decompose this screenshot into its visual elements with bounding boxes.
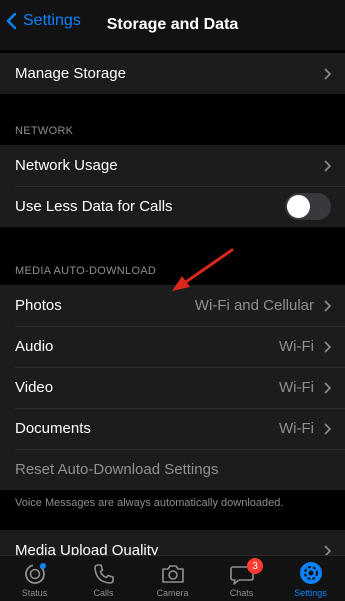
media-group: Photos Wi-Fi and Cellular Audio Wi-Fi Vi…: [0, 285, 345, 490]
chevron-right-icon: [324, 67, 331, 80]
documents-value: Wi-Fi: [279, 420, 314, 437]
storage-group: Manage Storage: [0, 53, 345, 94]
chevron-left-icon: [6, 12, 17, 30]
status-icon: [24, 563, 46, 584]
audio-value: Wi-Fi: [279, 338, 314, 355]
photos-value: Wi-Fi and Cellular: [194, 297, 314, 314]
toggle-knob: [287, 195, 310, 218]
back-label: Settings: [23, 12, 81, 29]
audio-row[interactable]: Audio Wi-Fi: [0, 326, 345, 367]
tab-settings[interactable]: Settings: [276, 556, 345, 601]
camera-icon: [161, 565, 184, 583]
manage-storage-row[interactable]: Manage Storage: [0, 53, 345, 94]
tab-status-label: Status: [21, 588, 48, 598]
audio-label: Audio: [15, 338, 54, 355]
network-usage-label: Network Usage: [15, 157, 118, 174]
chats-unread-badge: 3: [247, 558, 263, 574]
photos-label: Photos: [15, 297, 62, 314]
navigation-bar: Settings Storage and Data: [0, 0, 345, 50]
less-data-row: Use Less Data for Calls: [0, 186, 345, 227]
chevron-right-icon: [324, 381, 331, 394]
annotation-arrow-icon: [172, 248, 234, 291]
manage-storage-label: Manage Storage: [15, 65, 126, 82]
tab-chats[interactable]: Chats 3: [207, 556, 276, 601]
voice-messages-note: Voice Messages are always automatically …: [15, 497, 284, 509]
tab-chats-label: Chats: [229, 588, 254, 598]
less-data-toggle[interactable]: [285, 193, 331, 220]
tab-calls[interactable]: Calls: [69, 556, 138, 601]
tab-bar: Status Calls Camera Chats 3 Settings: [0, 555, 345, 601]
tab-camera-label: Camera: [156, 588, 189, 598]
back-button[interactable]: Settings: [6, 12, 81, 30]
tab-calls-label: Calls: [93, 588, 114, 598]
reset-auto-download-label: Reset Auto-Download Settings: [15, 461, 219, 478]
documents-label: Documents: [15, 420, 91, 437]
video-label: Video: [15, 379, 54, 396]
tab-status[interactable]: Status: [0, 556, 69, 601]
media-header: MEDIA AUTO-DOWNLOAD: [15, 265, 157, 277]
chevron-right-icon: [324, 299, 331, 312]
tab-camera[interactable]: Camera: [138, 556, 207, 601]
chevron-right-icon: [324, 340, 331, 353]
chevron-right-icon: [324, 422, 331, 435]
gear-icon: [299, 562, 322, 584]
chevron-right-icon: [324, 159, 331, 172]
documents-row[interactable]: Documents Wi-Fi: [0, 408, 345, 449]
phone-icon: [93, 564, 114, 584]
network-group: Network Usage Use Less Data for Calls: [0, 145, 345, 227]
reset-auto-download-button[interactable]: Reset Auto-Download Settings: [0, 449, 345, 490]
network-header: NETWORK: [15, 125, 74, 137]
less-data-label: Use Less Data for Calls: [15, 198, 173, 215]
tab-settings-label: Settings: [294, 588, 327, 598]
video-value: Wi-Fi: [279, 379, 314, 396]
video-row[interactable]: Video Wi-Fi: [0, 367, 345, 408]
network-usage-row[interactable]: Network Usage: [0, 145, 345, 186]
